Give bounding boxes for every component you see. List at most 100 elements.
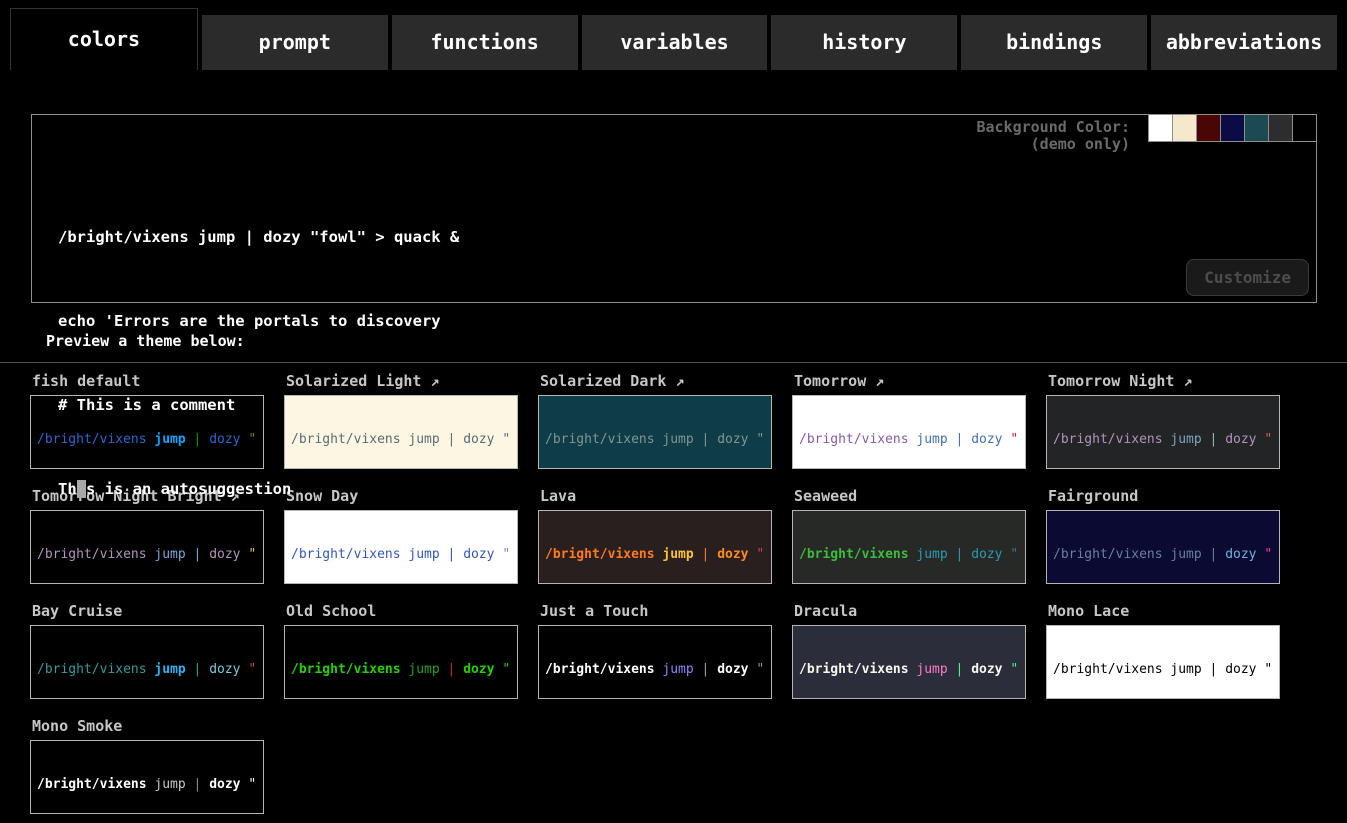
token-quote-start: ": [502, 432, 510, 447]
token-path: /bright/vixens: [799, 547, 909, 562]
token-command: jump: [154, 777, 185, 792]
theme-bay-cruise: Bay Cruise /bright/vixens jump | dozy " …: [30, 593, 264, 699]
bg-swatch-3[interactable]: [1220, 114, 1245, 142]
background-color-label-line1: Background Color:: [976, 118, 1130, 136]
theme-seaweed: Seaweed /bright/vixens jump | dozy " ech…: [792, 478, 1026, 584]
token-quote-start: ": [502, 662, 510, 677]
tab-colors[interactable]: colors: [10, 8, 198, 70]
terminal-line-comment: # This is a comment: [58, 391, 459, 419]
sample-line-command: /bright/vixens jump | dozy ": [545, 432, 771, 448]
token-quote-start: ": [1010, 547, 1018, 562]
token-command2: dozy: [1225, 547, 1256, 562]
sample-line-command: /bright/vixens jump | dozy ": [799, 662, 1025, 678]
token-pipe: |: [702, 662, 710, 677]
token-path: /bright/vixens: [37, 662, 147, 677]
sample-line-command: /bright/vixens jump | dozy ": [545, 662, 771, 678]
token-quote-start: ": [1264, 432, 1272, 447]
theme-lava: Lava /bright/vixens jump | dozy " echo '…: [538, 478, 772, 584]
token-command: jump: [154, 662, 185, 677]
customize-button[interactable]: Customize: [1186, 259, 1309, 296]
token-quote-start: ": [1264, 662, 1272, 677]
sample-line-command: /bright/vixens jump | dozy ": [291, 662, 517, 678]
tab-bindings[interactable]: bindings: [961, 15, 1147, 70]
terminal-line-command: /bright/vixens jump | dozy "fowl" > quac…: [58, 223, 459, 251]
token-path: /bright/vixens: [545, 432, 655, 447]
background-color-label: Background Color: (demo only): [976, 119, 1130, 153]
tab-variables[interactable]: variables: [582, 15, 768, 70]
typed-text: Th: [58, 480, 77, 498]
theme-preview[interactable]: /bright/vixens jump | dozy " echo 'Error…: [538, 395, 772, 469]
theme-preview[interactable]: /bright/vixens jump | dozy " echo 'Error…: [538, 625, 772, 699]
token-path: /bright/vixens: [1053, 662, 1163, 677]
theme-preview[interactable]: /bright/vixens jump | dozy " echo 'Error…: [30, 625, 264, 699]
token-quote-start: ": [502, 547, 510, 562]
sample-line-command: /bright/vixens jump | dozy ": [37, 777, 263, 793]
token-pipe: |: [1210, 432, 1218, 447]
theme-preview[interactable]: /bright/vixens jump | dozy " echo 'Error…: [792, 395, 1026, 469]
tab-history[interactable]: history: [771, 15, 957, 70]
token-pipe: |: [702, 547, 710, 562]
token-quote-start: ": [1264, 547, 1272, 562]
theme-mono-lace: Mono Lace /bright/vixens jump | dozy " e…: [1046, 593, 1280, 699]
bg-swatch-0[interactable]: [1148, 114, 1173, 142]
terminal-sample-text: /bright/vixens jump | dozy "fowl" > quac…: [58, 167, 459, 559]
terminal-line-error: echo 'Errors are the portals to discover…: [58, 307, 459, 335]
token-command2: dozy: [971, 547, 1002, 562]
theme-title: Fairground: [1048, 487, 1280, 504]
theme-fairground: Fairground /bright/vixens jump | dozy " …: [1046, 478, 1280, 584]
token-command2: dozy: [717, 432, 748, 447]
sample-line-command: /bright/vixens jump | dozy ": [799, 432, 1025, 448]
bg-swatch-1[interactable]: [1172, 114, 1197, 142]
theme-preview[interactable]: /bright/vixens jump | dozy " echo 'Error…: [792, 510, 1026, 584]
token-path: /bright/vixens: [1053, 432, 1163, 447]
token-pipe: |: [448, 662, 456, 677]
token-path: /bright/vixens: [545, 662, 655, 677]
bg-swatch-2[interactable]: [1196, 114, 1221, 142]
tab-functions[interactable]: functions: [392, 15, 578, 70]
token-pipe: |: [956, 547, 964, 562]
sample-line-command: /bright/vixens jump | dozy ": [1053, 662, 1279, 678]
token-path: /bright/vixens: [291, 662, 401, 677]
token-command: jump: [662, 547, 693, 562]
theme-old-school: Old School /bright/vixens jump | dozy " …: [284, 593, 518, 699]
token-path: /bright/vixens: [545, 547, 655, 562]
bg-swatch-5[interactable]: [1268, 114, 1293, 142]
theme-preview[interactable]: /bright/vixens jump | dozy " echo 'Error…: [284, 625, 518, 699]
theme-preview[interactable]: /bright/vixens jump | dozy " echo 'Error…: [538, 510, 772, 584]
token-command2: dozy: [1225, 432, 1256, 447]
theme-preview[interactable]: /bright/vixens jump | dozy " echo 'Error…: [1046, 395, 1280, 469]
token-command: jump: [408, 662, 439, 677]
terminal-line-autosuggestion: This is an autosuggestion: [58, 475, 459, 503]
tab-bar: colorspromptfunctionsvariableshistorybin…: [0, 0, 1347, 70]
autosuggestion-text: s is an autosuggestion: [86, 480, 291, 498]
bg-swatch-4[interactable]: [1244, 114, 1269, 142]
token-command: jump: [916, 547, 947, 562]
token-command2: dozy: [717, 547, 748, 562]
token-command: jump: [1170, 662, 1201, 677]
token-quote-start: ": [756, 662, 764, 677]
theme-solarized-dark: Solarized Dark ↗ /bright/vixens jump | d…: [538, 363, 772, 469]
token-pipe: |: [956, 662, 964, 677]
token-quote-start: ": [248, 662, 256, 677]
token-pipe: |: [194, 777, 202, 792]
token-path: /bright/vixens: [799, 432, 909, 447]
theme-title: Old School: [286, 602, 518, 619]
token-command2: dozy: [971, 662, 1002, 677]
token-command2: dozy: [209, 662, 240, 677]
token-quote-start: ": [756, 432, 764, 447]
token-command2: dozy: [717, 662, 748, 677]
theme-preview[interactable]: /bright/vixens jump | dozy " echo 'Error…: [1046, 510, 1280, 584]
sample-line-command: /bright/vixens jump | dozy ": [1053, 547, 1279, 563]
token-command2: dozy: [463, 432, 494, 447]
tab-abbreviations[interactable]: abbreviations: [1151, 15, 1337, 70]
theme-preview[interactable]: /bright/vixens jump | dozy " echo 'Error…: [1046, 625, 1280, 699]
theme-preview[interactable]: /bright/vixens jump | dozy " echo 'Error…: [792, 625, 1026, 699]
theme-mono-smoke: Mono Smoke /bright/vixens jump | dozy " …: [30, 708, 264, 814]
token-path: /bright/vixens: [37, 777, 147, 792]
theme-title: Just a Touch: [540, 602, 772, 619]
tab-prompt[interactable]: prompt: [202, 15, 388, 70]
token-path: /bright/vixens: [799, 662, 909, 677]
theme-dracula: Dracula /bright/vixens jump | dozy " ech…: [792, 593, 1026, 699]
sample-line-command: /bright/vixens jump | dozy ": [545, 547, 771, 563]
bg-swatch-6[interactable]: [1292, 114, 1317, 142]
